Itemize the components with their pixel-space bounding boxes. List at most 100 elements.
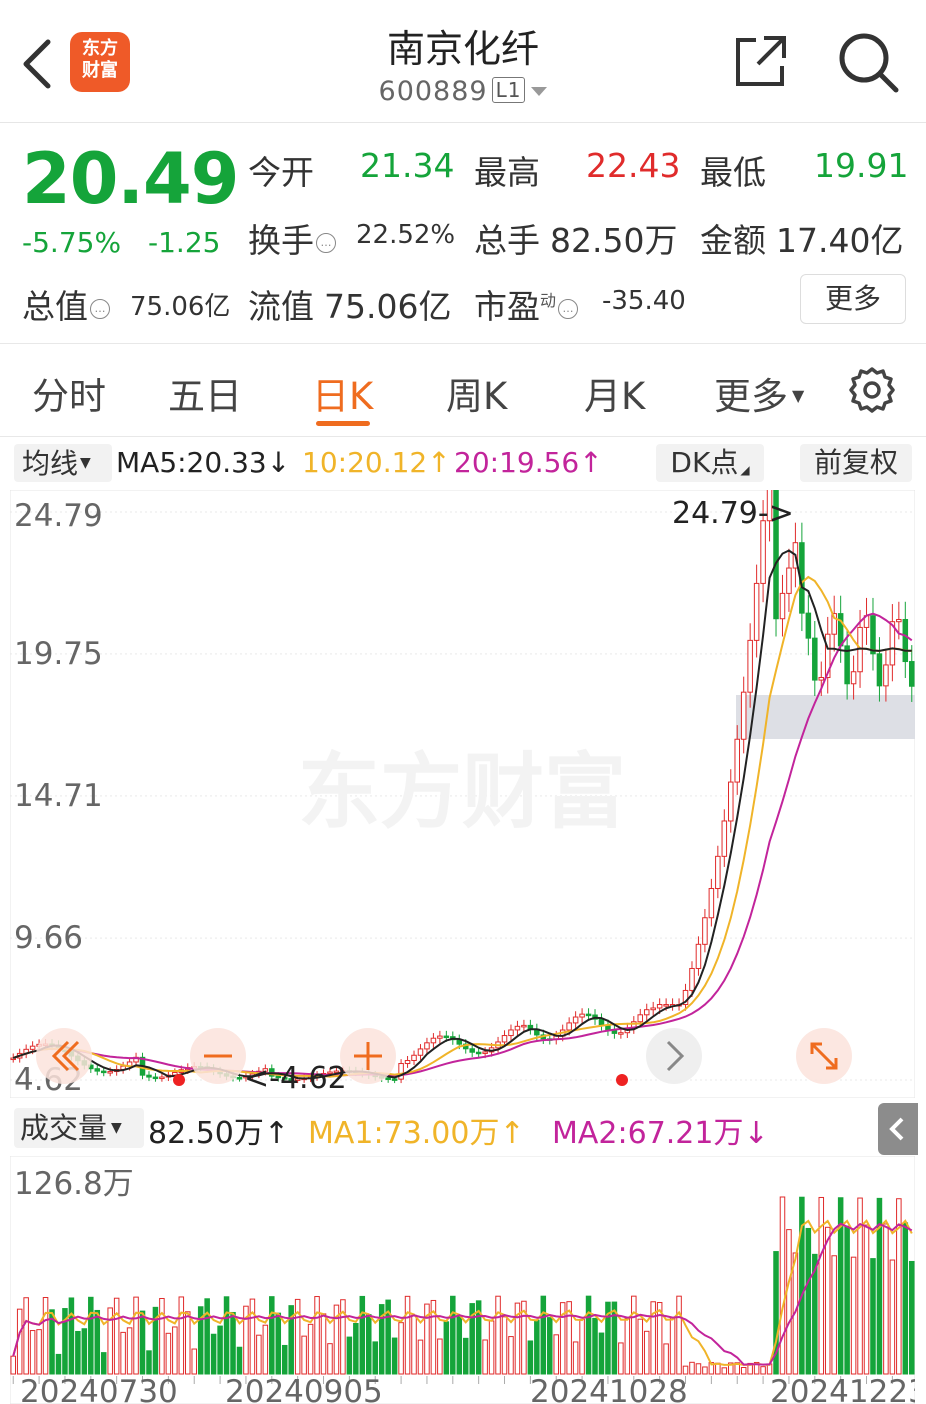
ma5-value: MA5:20.33↓ xyxy=(116,446,291,479)
volume-bar xyxy=(579,1318,585,1375)
change-amount: -1.25 xyxy=(148,226,221,259)
candle-body xyxy=(404,1059,411,1065)
adjust-mode-button[interactable]: 前复权 xyxy=(800,444,912,482)
candle-body xyxy=(837,613,844,647)
volume-bar xyxy=(844,1225,850,1375)
volume-bar xyxy=(404,1295,411,1375)
candle-body xyxy=(385,1077,391,1080)
chevron-left-icon xyxy=(889,1117,904,1141)
volume-bar xyxy=(178,1296,185,1375)
candle-body xyxy=(786,567,792,594)
settings-button[interactable] xyxy=(848,366,896,414)
volume-bar xyxy=(689,1361,695,1375)
volume-bar xyxy=(508,1336,514,1375)
pe-label[interactable]: 市盈动… xyxy=(474,280,582,328)
more-quote-button[interactable]: 更多 xyxy=(800,274,906,324)
volume-chart[interactable]: 126.8万 20240730 20240905 20241028 20241223 xyxy=(10,1156,915,1404)
candle-body xyxy=(702,917,708,945)
dk-point-button[interactable]: DK点 ◢ xyxy=(656,444,764,482)
volume-bar xyxy=(210,1333,217,1375)
volume-bar xyxy=(889,1259,896,1375)
volume-bar xyxy=(598,1332,605,1375)
volume-bar xyxy=(527,1340,534,1375)
stock-code-row[interactable]: 600889 L1 xyxy=(300,76,626,107)
candle-body xyxy=(514,1025,521,1031)
low-label: 最低 xyxy=(700,153,766,192)
volume-bar xyxy=(249,1298,256,1375)
volume-indicator-selector[interactable]: 成交量 ▼ xyxy=(14,1108,144,1148)
candle-body xyxy=(598,1018,605,1026)
candle-body xyxy=(850,671,857,685)
pe-value: -35.40 xyxy=(602,286,686,316)
ma20-value: 20:19.56↑ xyxy=(454,446,603,479)
kline-chart[interactable]: 东方财富 24.7919.7514.719.664.62 24.79-> <-4… xyxy=(10,490,915,1098)
search-button[interactable] xyxy=(836,30,900,94)
mktcap-label[interactable]: 总值… xyxy=(22,280,114,328)
candle-body xyxy=(566,1022,572,1031)
candle-body xyxy=(753,582,760,641)
dk-point-marker xyxy=(173,1074,185,1086)
candle-body xyxy=(883,664,889,687)
tab-wuri[interactable]: 五日 xyxy=(168,366,242,420)
tab-fenshi[interactable]: 分时 xyxy=(32,366,106,420)
fullscreen-button[interactable] xyxy=(796,1028,852,1084)
volume-bar xyxy=(81,1328,88,1375)
candle-body xyxy=(650,1007,656,1011)
app-logo: 东方财富 xyxy=(70,32,130,92)
ma-selector[interactable]: 均线 ▼ xyxy=(14,444,112,482)
volume-bar xyxy=(36,1329,42,1375)
candle-body xyxy=(637,1014,644,1023)
scroll-left-button[interactable] xyxy=(36,1028,92,1084)
zoom-in-button[interactable] xyxy=(340,1028,396,1084)
volume-bar xyxy=(120,1331,126,1375)
zoom-out-button[interactable] xyxy=(190,1028,246,1084)
back-button[interactable] xyxy=(18,36,58,92)
volume-bar xyxy=(695,1363,702,1375)
candle-body xyxy=(146,1074,152,1078)
turnover-label[interactable]: 换手… xyxy=(248,214,340,262)
tab-monthly-k[interactable]: 月K xyxy=(584,366,645,420)
header-bar: 东方财富 南京化纤 600889 L1 xyxy=(0,0,926,123)
candle-body xyxy=(734,738,740,783)
tab-weekly-k[interactable]: 周K xyxy=(446,366,507,420)
candle-body xyxy=(469,1048,475,1053)
candle-body xyxy=(728,781,734,822)
volume-bar xyxy=(236,1346,243,1375)
volume-current: 82.50万↑ xyxy=(148,1116,290,1151)
last-price: 20.49 xyxy=(22,138,239,220)
volume-bar xyxy=(314,1296,320,1375)
collapse-panel-button[interactable] xyxy=(878,1103,918,1155)
volume-bar xyxy=(398,1322,404,1375)
volume-bar xyxy=(682,1365,689,1375)
float-cap-label: 流值 xyxy=(248,287,314,326)
volume-bar xyxy=(831,1255,837,1375)
divider xyxy=(0,343,926,344)
candle-body xyxy=(715,855,721,890)
x-tick-label: 20241028 xyxy=(530,1374,688,1404)
volume-bar xyxy=(281,1344,288,1375)
volume-bar xyxy=(94,1309,101,1375)
dropdown-arrow-icon: ▼ xyxy=(111,1120,122,1136)
volume-bar xyxy=(540,1295,547,1375)
tab-daily-k[interactable]: 日K xyxy=(312,366,373,420)
scroll-right-button[interactable] xyxy=(646,1028,702,1084)
candle-body xyxy=(159,1076,165,1080)
open-label: 今开 xyxy=(248,153,314,192)
volume-bar xyxy=(159,1297,165,1375)
candle-body xyxy=(417,1048,424,1056)
tab-more[interactable]: 更多 ▼ xyxy=(714,366,804,420)
volume-bar xyxy=(191,1348,197,1375)
dk-zone xyxy=(736,695,915,739)
x-tick-label: 20240905 xyxy=(225,1374,383,1404)
share-button[interactable] xyxy=(734,34,788,88)
candle-body xyxy=(29,1045,36,1050)
volume-bar xyxy=(450,1295,456,1375)
candle-body xyxy=(475,1051,482,1055)
volume-bar xyxy=(23,1297,29,1375)
volume-bar xyxy=(721,1367,728,1375)
candle-body xyxy=(643,1009,650,1016)
volume-bar xyxy=(307,1323,314,1375)
candle-body xyxy=(896,618,902,623)
volume-bar xyxy=(346,1336,353,1375)
candle-body xyxy=(721,820,728,857)
